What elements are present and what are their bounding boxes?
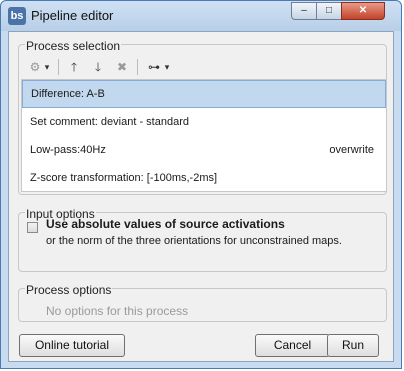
process-list[interactable]: Difference: A-B Set comment: deviant - s… (21, 79, 387, 192)
absolute-values-label[interactable]: Use absolute values of source activation… (46, 217, 285, 231)
run-button[interactable]: Run (327, 334, 379, 357)
title-bar[interactable]: bs Pipeline editor – □ ✕ (1, 1, 401, 31)
input-options-group: Input options Use absolute values of sou… (18, 207, 387, 272)
list-item[interactable]: Difference: A-B (22, 80, 386, 108)
dialog-body: Process selection ⚙ ▾ 🡑 🡓 ✖ ⊶ ▾ Differen… (8, 31, 394, 362)
process-options-group: Process options No options for this proc… (18, 283, 387, 322)
process-toolbar: ⚙ ▾ 🡑 🡓 ✖ ⊶ ▾ (22, 56, 383, 78)
cancel-button[interactable]: Cancel (255, 334, 330, 357)
no-options-text: No options for this process (46, 304, 189, 318)
close-button[interactable]: ✕ (341, 2, 385, 20)
move-up-icon[interactable]: 🡑 (66, 58, 82, 76)
absolute-values-checkbox[interactable] (27, 222, 38, 233)
list-item[interactable]: Z-score transformation: [-100ms,-2ms] (22, 164, 386, 192)
move-down-icon[interactable]: 🡓 (90, 58, 106, 76)
app-icon: bs (8, 7, 26, 25)
chevron-down-icon[interactable]: ▾ (162, 58, 172, 76)
process-selection-group: Process selection ⚙ ▾ 🡑 🡓 ✖ ⊶ ▾ Differen… (18, 39, 387, 195)
absolute-values-description: or the norm of the three orientations fo… (46, 235, 342, 247)
window-title: Pipeline editor (31, 8, 114, 23)
pipeline-tree-icon[interactable]: ⊶ (146, 58, 162, 76)
online-tutorial-button[interactable]: Online tutorial (19, 334, 125, 357)
process-options-title: Process options (25, 283, 113, 297)
pipeline-editor-window: bs Pipeline editor – □ ✕ Process selecti… (0, 0, 402, 369)
gear-icon[interactable]: ⚙ (28, 58, 42, 76)
process-selection-title: Process selection (25, 39, 122, 53)
toolbar-separator (58, 59, 59, 75)
toolbar-separator (137, 59, 138, 75)
process-label: Set comment: deviant - standard (30, 116, 189, 128)
process-label: Z-score transformation: [-100ms,-2ms] (30, 172, 218, 184)
maximize-button[interactable]: □ (316, 2, 342, 20)
process-label: Difference: A-B (31, 88, 105, 100)
process-extra: overwrite (329, 144, 374, 156)
minimize-button[interactable]: – (291, 2, 317, 20)
delete-icon[interactable]: ✖ (114, 58, 130, 76)
process-label: Low-pass:40Hz (30, 144, 106, 156)
list-item[interactable]: Set comment: deviant - standard (22, 108, 386, 136)
chevron-down-icon[interactable]: ▾ (42, 58, 52, 76)
list-item[interactable]: Low-pass:40Hz overwrite (22, 136, 386, 164)
